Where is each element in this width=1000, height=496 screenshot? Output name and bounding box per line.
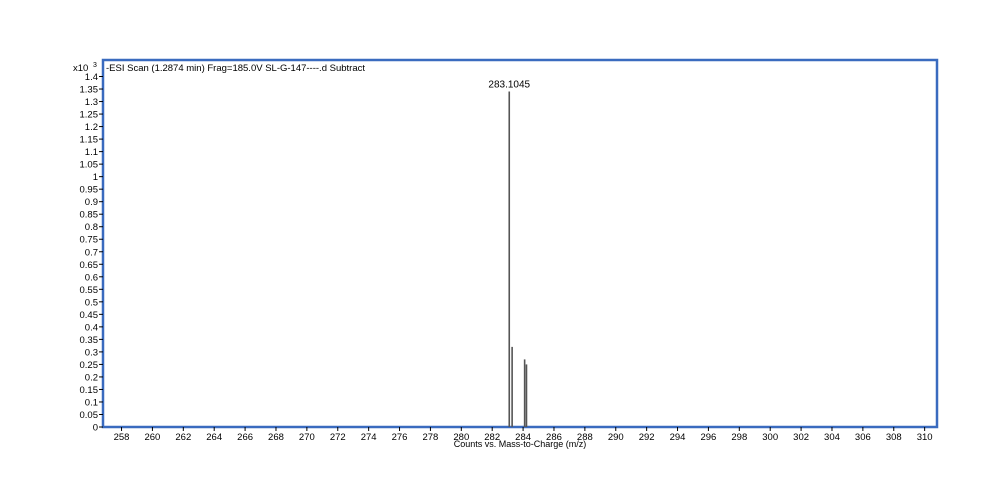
- y-tick-label: 0.8: [85, 222, 98, 233]
- y-tick-label: 0.85: [80, 210, 99, 221]
- y-tick-label: 1.35: [80, 85, 99, 96]
- x-tick-label: 260: [144, 432, 160, 443]
- y-axis: 0 0.05 0.10.15 0.20.25 0.30.35 0.40.45 0.50.55…: [80, 72, 103, 434]
- chart-frame: [101, 58, 939, 429]
- y-tick-label: 0.1: [85, 397, 98, 408]
- y-tick-label: 0.45: [80, 310, 99, 321]
- y-tick-label: 1.3: [85, 97, 98, 108]
- y-tick-label: 0.6: [85, 272, 98, 283]
- x-axis-title: Counts vs. Mass-to-Charge (m/z): [454, 439, 587, 449]
- x-tick-label: 294: [670, 432, 686, 443]
- y-tick-label: 0.35: [80, 335, 99, 346]
- y-tick-label: 0.05: [80, 410, 99, 421]
- y-multiplier-exponent: 3: [93, 62, 97, 69]
- y-tick-label: 1.05: [80, 160, 99, 171]
- mass-spectrum-chart: -ESI Scan (1.2874 min) Frag=185.0V SL-G-…: [73, 58, 939, 449]
- y-tick-label: 0.2: [85, 372, 98, 383]
- y-tick-label: 0.75: [80, 235, 99, 246]
- y-tick-label: 1.2: [85, 122, 98, 133]
- y-tick-label: 1.4: [85, 72, 98, 83]
- x-tick-label: 302: [793, 432, 809, 443]
- x-tick-label: 300: [762, 432, 778, 443]
- x-tick-label: 310: [917, 432, 933, 443]
- y-tick-label: 1.15: [80, 135, 99, 146]
- x-tick-label: 290: [608, 432, 624, 443]
- x-tick-label: 304: [824, 432, 840, 443]
- y-tick-label: 0.9: [85, 197, 98, 208]
- y-tick-label: 1.25: [80, 110, 99, 121]
- x-tick-label: 274: [361, 432, 377, 443]
- y-tick-label: 0.15: [80, 385, 99, 396]
- x-tick-label: 306: [855, 432, 871, 443]
- x-tick-label: 266: [237, 432, 253, 443]
- chart-title: -ESI Scan (1.2874 min) Frag=185.0V SL-G-…: [106, 63, 365, 74]
- x-tick-label: 298: [731, 432, 747, 443]
- x-tick-label: 268: [268, 432, 284, 443]
- x-tick-label: 296: [700, 432, 716, 443]
- x-tick-label: 278: [422, 432, 438, 443]
- y-tick-label: 0.65: [80, 260, 99, 271]
- x-tick-label: 272: [330, 432, 346, 443]
- y-tick-label: 0.7: [85, 247, 98, 258]
- y-tick-label: 0: [93, 423, 98, 434]
- x-tick-label: 308: [886, 432, 902, 443]
- y-tick-label: 0.95: [80, 185, 99, 196]
- x-tick-label: 270: [299, 432, 315, 443]
- y-tick-label: 1: [93, 172, 98, 183]
- x-tick-label: 258: [114, 432, 130, 443]
- peak-label: 283.1045: [488, 80, 530, 91]
- y-tick-label: 0.3: [85, 347, 98, 358]
- x-tick-label: 292: [639, 432, 655, 443]
- y-tick-label: 0.55: [80, 285, 99, 296]
- y-tick-label: 0.25: [80, 360, 99, 371]
- x-tick-label: 264: [206, 432, 222, 443]
- y-tick-label: 0.5: [85, 297, 98, 308]
- x-tick-label: 276: [392, 432, 408, 443]
- peaks: 283.1045: [488, 80, 531, 427]
- y-tick-label: 0.4: [85, 322, 98, 333]
- x-tick-label: 262: [175, 432, 191, 443]
- y-tick-label: 1.1: [85, 147, 98, 158]
